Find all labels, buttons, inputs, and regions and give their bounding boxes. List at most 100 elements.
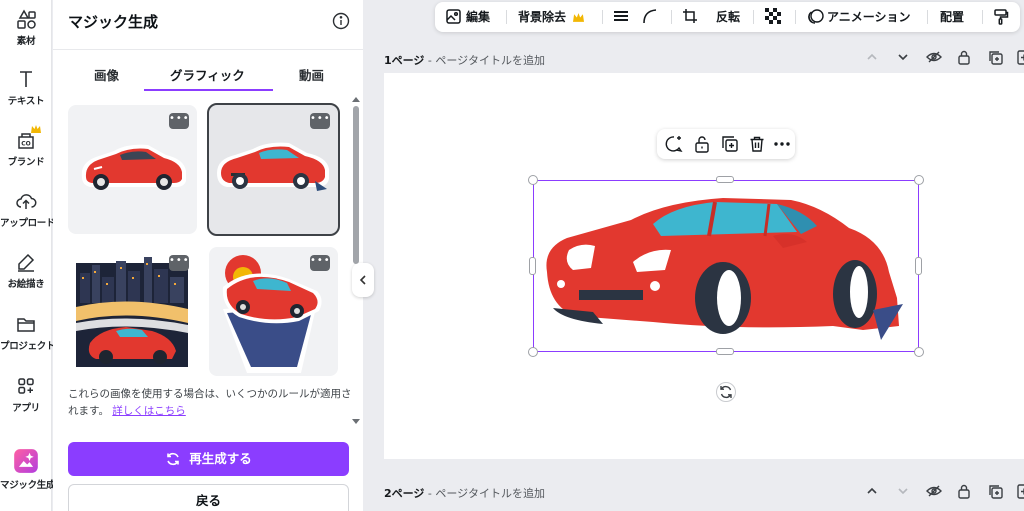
toolbar-separator bbox=[671, 10, 672, 24]
edit-label: 編集 bbox=[466, 10, 491, 24]
crop-button[interactable] bbox=[682, 2, 698, 32]
resize-handle-top-left[interactable] bbox=[528, 175, 538, 185]
folder-icon bbox=[17, 318, 35, 332]
chevron-down-icon[interactable] bbox=[896, 484, 910, 498]
corner-rounding-button[interactable] bbox=[642, 2, 658, 32]
corner-rounding-icon bbox=[643, 9, 657, 24]
rail-label: ブランド bbox=[7, 157, 45, 168]
resize-handle-left[interactable] bbox=[529, 257, 536, 275]
chevron-left-icon bbox=[359, 275, 366, 285]
copy-style-button[interactable] bbox=[992, 2, 1009, 32]
rail-item-elements[interactable]: 素材 bbox=[0, 8, 52, 47]
rail-label: プロジェクト bbox=[0, 341, 56, 352]
add-comment-icon[interactable] bbox=[665, 135, 683, 153]
rail-item-projects[interactable]: プロジェクト bbox=[0, 313, 56, 352]
rail-item-draw[interactable]: お絵描き bbox=[0, 251, 52, 290]
rail-item-magic-media[interactable]: マジック生成 bbox=[0, 448, 56, 491]
add-page-icon[interactable] bbox=[1017, 484, 1024, 499]
hide-page-icon[interactable] bbox=[926, 50, 942, 64]
rotate-handle[interactable] bbox=[716, 382, 736, 402]
lock-icon[interactable] bbox=[957, 484, 971, 499]
bg-remover-button[interactable]: 背景除去 bbox=[518, 2, 585, 32]
resize-handle-bottom-right[interactable] bbox=[914, 347, 924, 357]
more-options-button[interactable]: ••• bbox=[169, 113, 189, 129]
refresh-icon bbox=[167, 452, 180, 466]
more-options-button[interactable]: ••• bbox=[310, 113, 330, 129]
tab-images[interactable]: 画像 bbox=[94, 65, 119, 84]
resize-handle-bottom-left[interactable] bbox=[528, 347, 538, 357]
svg-text:CO: CO bbox=[21, 141, 31, 148]
panel-title: マジック生成 bbox=[68, 13, 159, 31]
flip-button[interactable]: 反転 bbox=[716, 2, 740, 32]
result-thumbnail[interactable]: ••• bbox=[68, 247, 197, 376]
page-number: 1ページ bbox=[384, 54, 425, 67]
rail-item-text[interactable]: テキスト bbox=[0, 68, 52, 107]
tab-videos[interactable]: 動画 bbox=[299, 65, 324, 84]
result-thumbnail[interactable]: ••• bbox=[68, 105, 197, 234]
chevron-up-icon[interactable] bbox=[865, 484, 879, 498]
crop-icon bbox=[683, 9, 697, 23]
lock-icon[interactable] bbox=[693, 135, 711, 153]
result-thumbnail[interactable]: ••• bbox=[209, 247, 338, 376]
border-style-button[interactable] bbox=[613, 2, 629, 32]
bg-remove-label: 背景除去 bbox=[518, 10, 567, 24]
animate-button[interactable]: アニメーション bbox=[807, 2, 911, 32]
notice-text: これらの画像を使用する場合は、いくつかのルールが適用されます。 bbox=[68, 388, 352, 417]
toolbar-separator bbox=[795, 10, 796, 24]
tab-graphics[interactable]: グラフィック bbox=[170, 65, 245, 84]
crown-icon bbox=[573, 13, 585, 22]
page-title-input[interactable]: ページタイトルを追加 bbox=[435, 487, 545, 500]
toolbar-separator bbox=[753, 10, 754, 24]
duplicate-page-icon[interactable] bbox=[988, 484, 1003, 499]
info-icon[interactable] bbox=[332, 12, 350, 30]
more-icon[interactable] bbox=[773, 135, 791, 153]
transparency-icon bbox=[765, 8, 781, 24]
resize-handle-top-right[interactable] bbox=[914, 175, 924, 185]
rail-item-brand[interactable]: CO ブランド bbox=[0, 125, 52, 168]
hide-page-icon[interactable] bbox=[926, 484, 942, 498]
duplicate-page-icon[interactable] bbox=[988, 50, 1003, 65]
page-1-header: 1ページ - ページタイトルを追加 bbox=[384, 54, 545, 67]
rail-label: アップロード bbox=[0, 218, 56, 229]
draw-icon bbox=[18, 253, 35, 272]
rail-item-apps[interactable]: アプリ bbox=[0, 375, 52, 414]
collapse-panel-button[interactable] bbox=[352, 263, 374, 297]
position-button[interactable]: 配置 bbox=[940, 2, 964, 32]
upload-icon bbox=[16, 194, 37, 209]
result-thumbnail-selected[interactable]: ••• bbox=[207, 103, 340, 236]
scroll-up-arrow-icon[interactable] bbox=[351, 95, 361, 103]
page-1-actions bbox=[865, 50, 1024, 66]
resize-handle-right[interactable] bbox=[915, 257, 922, 275]
rotate-icon bbox=[720, 385, 732, 399]
regenerate-label: 再生成する bbox=[189, 451, 252, 466]
text-icon bbox=[20, 71, 32, 87]
back-button[interactable]: 戻る bbox=[68, 484, 349, 511]
divider bbox=[53, 49, 363, 50]
chevron-up-icon[interactable] bbox=[865, 50, 879, 64]
edit-image-button[interactable]: 編集 bbox=[445, 2, 490, 32]
learn-more-link[interactable]: 詳しくはこちら bbox=[112, 405, 186, 417]
duplicate-icon[interactable] bbox=[721, 135, 739, 153]
page-2-actions bbox=[865, 484, 1024, 500]
rail-item-upload[interactable]: アップロード bbox=[0, 190, 56, 229]
add-page-icon[interactable] bbox=[1017, 50, 1024, 65]
animation-icon bbox=[808, 9, 824, 24]
toolbar-separator bbox=[982, 10, 983, 24]
transparency-button[interactable] bbox=[765, 2, 781, 32]
panel-scrollbar[interactable] bbox=[353, 106, 359, 264]
rail-label: 素材 bbox=[16, 36, 36, 47]
more-options-button[interactable]: ••• bbox=[310, 255, 330, 271]
image-edit-icon bbox=[446, 9, 461, 24]
lock-icon[interactable] bbox=[957, 50, 971, 65]
more-options-button[interactable]: ••• bbox=[169, 255, 189, 271]
resize-handle-bottom[interactable] bbox=[716, 348, 734, 355]
chevron-down-icon[interactable] bbox=[896, 50, 910, 64]
animate-label: アニメーション bbox=[827, 10, 911, 24]
trash-icon[interactable] bbox=[748, 135, 766, 153]
context-toolbar: 編集 背景除去 反転 アニメーション 配置 bbox=[435, 2, 1020, 32]
page-title-input[interactable]: ページタイトルを追加 bbox=[435, 54, 545, 67]
resize-handle-top[interactable] bbox=[716, 176, 734, 183]
regenerate-button[interactable]: 再生成する bbox=[68, 442, 349, 476]
selection-frame bbox=[533, 180, 919, 352]
border-weight-icon bbox=[614, 11, 628, 21]
